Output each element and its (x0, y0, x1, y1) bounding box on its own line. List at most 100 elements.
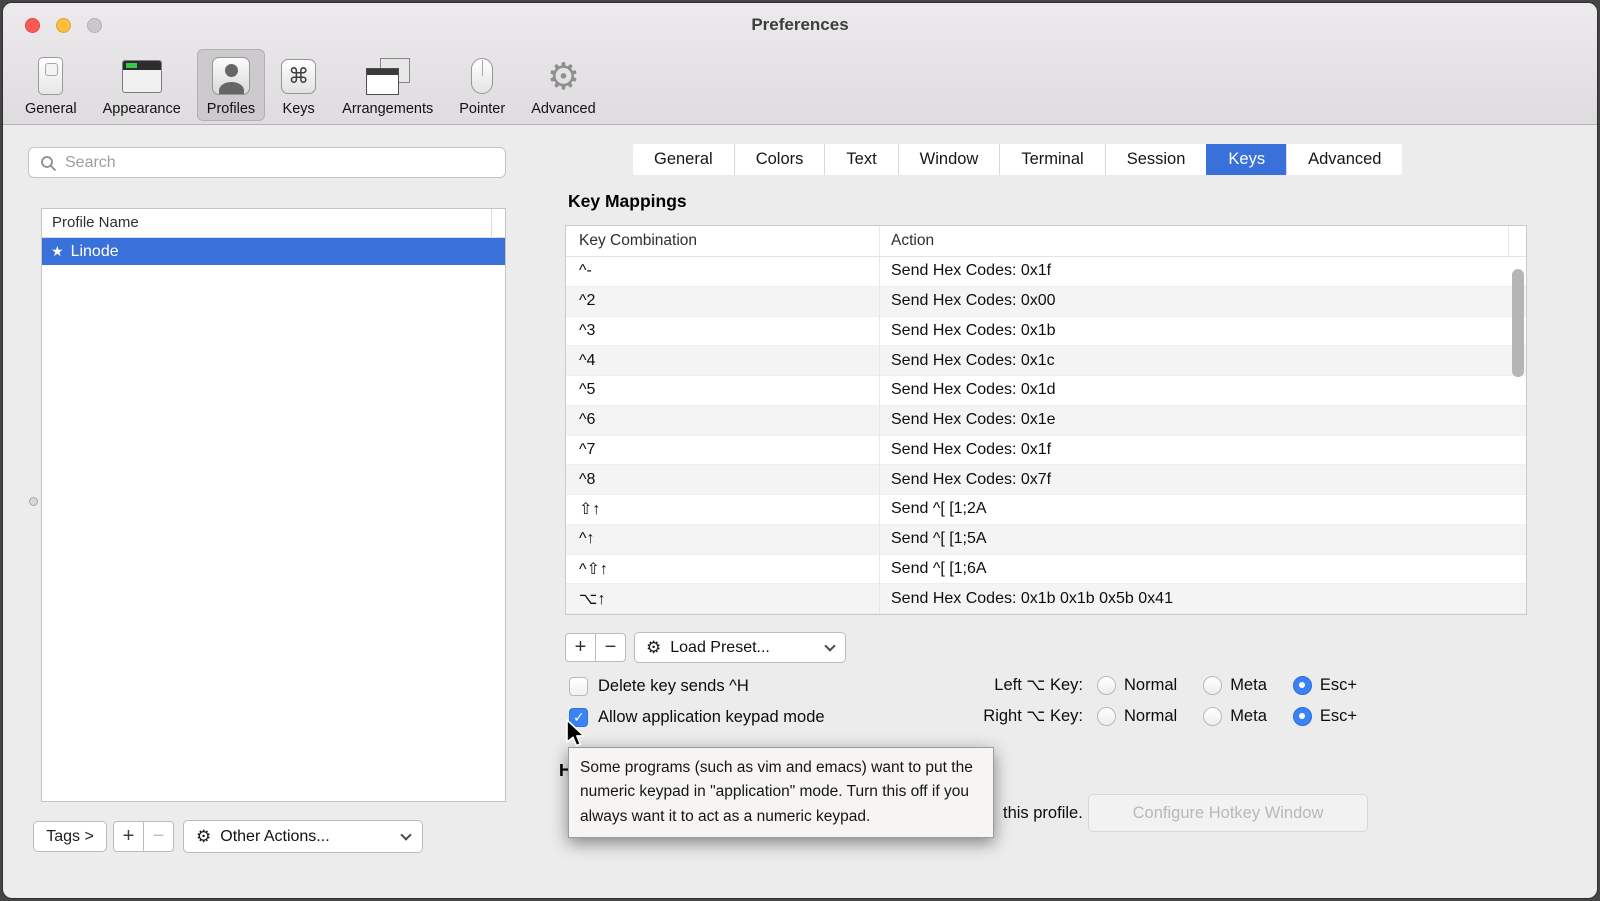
action-cell: Send Hex Codes: 0x00 (879, 287, 1056, 316)
tab-label: Advanced (1308, 150, 1381, 169)
command-icon: ⌘ (288, 64, 309, 89)
radio-icon[interactable] (1097, 676, 1116, 695)
profile-tab[interactable]: Session (1105, 144, 1207, 175)
key-mapping-row[interactable]: ^8 Send Hex Codes: 0x7f (566, 465, 1526, 495)
key-combination-cell: ^3 (566, 317, 879, 346)
radio-selected-icon[interactable] (1293, 707, 1312, 726)
right-option-esc[interactable]: Esc+ (1293, 707, 1357, 726)
right-option-normal[interactable]: Normal (1097, 707, 1177, 726)
key-combination-cell: ^2 (566, 287, 879, 316)
key-combination-cell: ^4 (566, 346, 879, 375)
key-mappings-rows: ^- Send Hex Codes: 0x1f ^2 Send Hex Code… (566, 257, 1526, 614)
zoom-button[interactable] (87, 18, 102, 33)
window-chrome: Preferences General Appearance Profiles (3, 3, 1597, 125)
key-mapping-row[interactable]: ^7 Send Hex Codes: 0x1f (566, 436, 1526, 466)
key-combination-cell: ^6 (566, 406, 879, 435)
profile-row-linode[interactable]: ★ Linode (42, 238, 505, 265)
window-title: Preferences (3, 15, 1597, 35)
radio-option-label: Meta (1230, 676, 1267, 695)
action-cell: Send ^[ [1;5A (879, 525, 987, 554)
right-option-meta[interactable]: Meta (1203, 707, 1267, 726)
key-combination-cell: ^5 (566, 376, 879, 405)
delete-key-checkbox[interactable] (569, 677, 588, 696)
profile-list-header[interactable]: Profile Name (42, 209, 505, 238)
table-scrollbar-thumb[interactable] (1512, 269, 1524, 377)
profile-tab[interactable]: Colors (734, 144, 825, 175)
other-actions-dropdown[interactable]: ⚙ Other Actions... (183, 820, 423, 853)
toolbar-item-advanced[interactable]: ⚙ Advanced (521, 49, 606, 121)
load-preset-dropdown[interactable]: ⚙ Load Preset... (634, 632, 846, 663)
advanced-gear-icon: ⚙ (547, 54, 580, 98)
radio-icon[interactable] (1203, 676, 1222, 695)
left-option-key-label: Left ⌥ Key: (961, 675, 1083, 695)
toolbar-item-label: Appearance (103, 101, 181, 117)
default-profile-star-icon: ★ (51, 243, 64, 260)
sidebar-splitter-knob[interactable] (29, 497, 38, 506)
left-option-normal[interactable]: Normal (1097, 676, 1177, 695)
other-actions-label: Other Actions... (220, 828, 329, 846)
key-mapping-row[interactable]: ⇧↑ Send ^[ [1;2A (566, 495, 1526, 525)
key-mapping-row[interactable]: ^↑ Send ^[ [1;5A (566, 525, 1526, 555)
key-mapping-row[interactable]: ^4 Send Hex Codes: 0x1c (566, 346, 1526, 376)
remove-profile-button[interactable]: − (143, 821, 174, 852)
remove-key-mapping-button[interactable]: − (595, 633, 626, 662)
action-cell: Send ^[ [1;6A (879, 555, 987, 584)
profile-tab[interactable]: Terminal (999, 144, 1104, 175)
key-mapping-row[interactable]: ^⇧↑ Send ^[ [1;6A (566, 555, 1526, 585)
tab-label: Text (846, 150, 876, 169)
toolbar-item-label: Profiles (207, 101, 255, 117)
radio-option-label: Esc+ (1320, 707, 1357, 726)
profile-tab[interactable]: General (633, 144, 734, 175)
key-mapping-row[interactable]: ⌥↑ Send Hex Codes: 0x1b 0x1b 0x5b 0x41 (566, 584, 1526, 614)
radio-icon[interactable] (1097, 707, 1116, 726)
configure-hotkey-window-button[interactable]: Configure Hotkey Window (1088, 794, 1368, 832)
toolbar-item-profiles[interactable]: Profiles (197, 49, 265, 121)
gear-icon: ⚙ (646, 639, 661, 656)
key-mapping-row[interactable]: ^2 Send Hex Codes: 0x00 (566, 287, 1526, 317)
search-input[interactable] (65, 151, 497, 174)
tooltip-text: Some programs (such as vim and emacs) wa… (580, 759, 973, 825)
add-profile-button[interactable]: + (113, 821, 144, 852)
left-option-esc[interactable]: Esc+ (1293, 676, 1357, 695)
profile-tab[interactable]: Text (824, 144, 897, 175)
delete-key-sends-h-row: Delete key sends ^H (569, 677, 749, 696)
action-cell: Send Hex Codes: 0x1f (879, 436, 1051, 465)
key-mapping-row[interactable]: ^3 Send Hex Codes: 0x1b (566, 317, 1526, 347)
arrangements-icon (366, 54, 410, 98)
toolbar-item-general[interactable]: General (15, 49, 87, 121)
key-mappings-heading: Key Mappings (568, 191, 687, 212)
toolbar-item-label: Pointer (459, 101, 505, 117)
tags-button[interactable]: Tags > (33, 821, 107, 852)
toolbar-item-label: Keys (283, 101, 315, 117)
action-cell: Send Hex Codes: 0x7f (879, 465, 1051, 494)
profile-search-field[interactable] (28, 147, 506, 178)
profile-tab[interactable]: Advanced (1286, 144, 1402, 175)
toolbar-item-keys[interactable]: ⌘ Keys (271, 49, 326, 121)
key-mappings-header[interactable]: Key Combination Action (566, 226, 1526, 257)
toolbar-item-appearance[interactable]: Appearance (93, 49, 191, 121)
tab-label: Colors (756, 150, 804, 169)
toolbar-item-pointer[interactable]: Pointer (449, 49, 515, 121)
key-mapping-row[interactable]: ^6 Send Hex Codes: 0x1e (566, 406, 1526, 436)
application-keypad-row: Allow application keypad mode (569, 708, 825, 727)
pointer-icon (471, 54, 493, 98)
load-preset-label: Load Preset... (670, 639, 770, 657)
right-option-key-label: Right ⌥ Key: (961, 706, 1083, 726)
minimize-button[interactable] (56, 18, 71, 33)
radio-icon[interactable] (1203, 707, 1222, 726)
left-option-key-group: Left ⌥ Key: Normal Meta Esc+ (961, 675, 1383, 695)
key-mapping-row[interactable]: ^5 Send Hex Codes: 0x1d (566, 376, 1526, 406)
toolbar-item-arrangements[interactable]: Arrangements (332, 49, 443, 121)
key-mapping-row[interactable]: ^- Send Hex Codes: 0x1f (566, 257, 1526, 287)
key-combination-cell: ⌥↑ (566, 584, 879, 613)
left-option-meta[interactable]: Meta (1203, 676, 1267, 695)
profile-tab[interactable]: Window (898, 144, 1000, 175)
add-key-mapping-button[interactable]: + (565, 633, 596, 662)
profile-tab[interactable]: Keys (1206, 144, 1286, 175)
mouse-cursor-icon (565, 719, 591, 749)
radio-selected-icon[interactable] (1293, 676, 1312, 695)
close-button[interactable] (25, 18, 40, 33)
tab-label: Terminal (1021, 150, 1083, 169)
action-cell: Send Hex Codes: 0x1f (879, 257, 1051, 286)
action-cell: Send Hex Codes: 0x1d (879, 376, 1056, 405)
